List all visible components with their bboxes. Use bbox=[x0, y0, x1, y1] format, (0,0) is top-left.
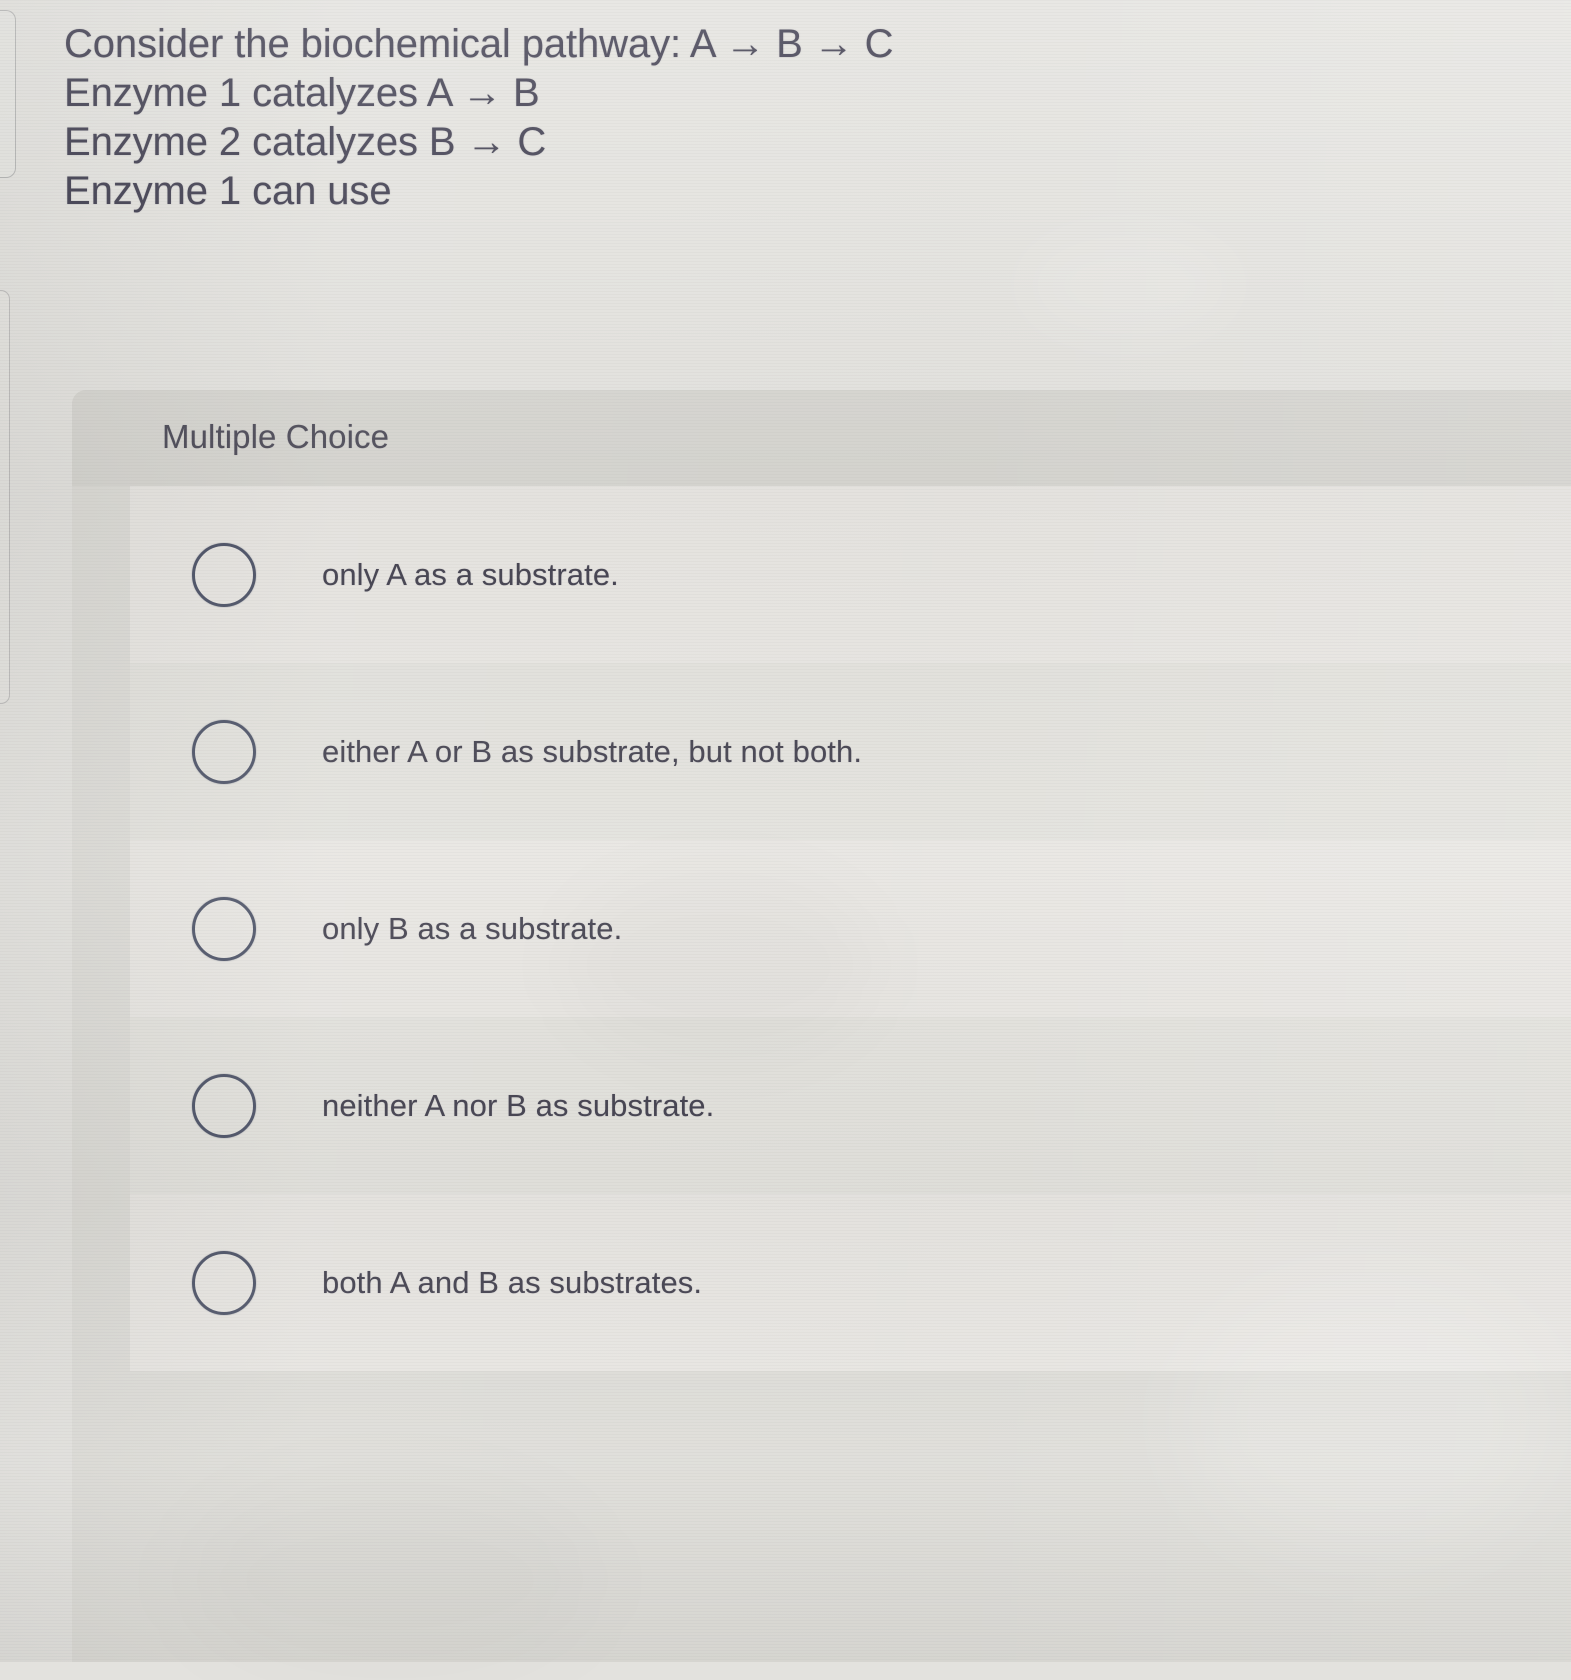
answer-option-label-c: only B as a substrate. bbox=[322, 910, 623, 946]
paper-blotch-1 bbox=[1020, 230, 1240, 340]
radio-button-icon-b[interactable] bbox=[192, 719, 256, 784]
question-line-2: Enzyme 1 catalyzes A → B bbox=[64, 71, 540, 115]
answer-option-label-a: only A as a substrate. bbox=[322, 556, 619, 592]
answer-option-label-d: neither A nor B as substrate. bbox=[322, 1087, 715, 1123]
radio-button-icon-a[interactable] bbox=[192, 542, 256, 607]
offscreen-card-edge-top bbox=[0, 10, 16, 178]
radio-button-icon-e[interactable] bbox=[192, 1250, 256, 1315]
offscreen-card-edge-bottom bbox=[0, 290, 10, 704]
answer-option-a[interactable]: only A as a substrate. bbox=[72, 486, 1571, 663]
answer-panel-header: Multiple Choice bbox=[72, 390, 1571, 486]
answer-option-b[interactable]: either A or B as substrate, but not both… bbox=[72, 663, 1571, 840]
answer-option-d[interactable]: neither A nor B as substrate. bbox=[72, 1017, 1571, 1194]
answer-panel: Multiple Choice only A as a substrate. e… bbox=[72, 390, 1571, 1662]
question-stem: Consider the biochemical pathway: A → B … bbox=[64, 20, 1164, 216]
question-line-3: Enzyme 2 catalyzes B → C bbox=[64, 120, 547, 164]
question-line-4: Enzyme 1 can use bbox=[64, 169, 392, 213]
answer-option-label-b: either A or B as substrate, but not both… bbox=[322, 733, 863, 769]
answer-options-list: only A as a substrate. either A or B as … bbox=[72, 486, 1571, 1371]
answer-option-c[interactable]: only B as a substrate. bbox=[72, 840, 1571, 1017]
answer-option-e[interactable]: both A and B as substrates. bbox=[72, 1194, 1571, 1371]
radio-button-icon-d[interactable] bbox=[192, 1073, 256, 1138]
radio-button-icon-c[interactable] bbox=[192, 896, 256, 961]
question-line-1: Consider the biochemical pathway: A → B … bbox=[64, 22, 894, 66]
answer-option-label-e: both A and B as substrates. bbox=[322, 1264, 703, 1300]
question-type-label: Multiple Choice bbox=[162, 418, 390, 455]
